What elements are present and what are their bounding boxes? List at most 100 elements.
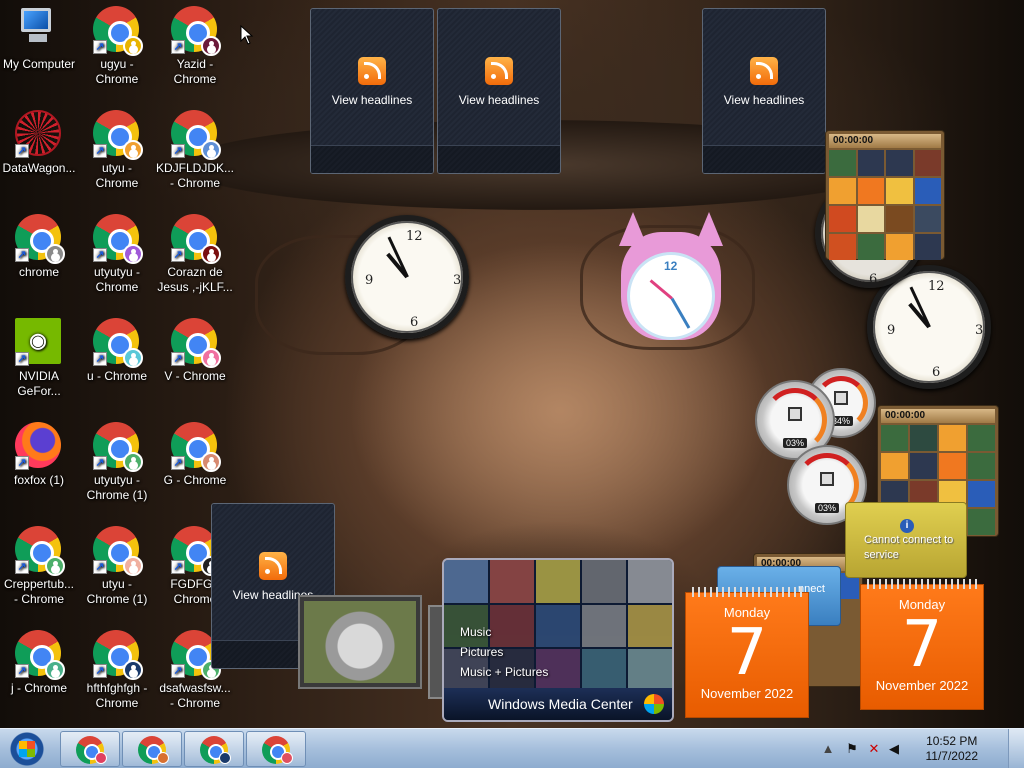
desktop-icon-label: hfthfghfgh - Chrome xyxy=(86,681,148,710)
chrome-icon: ↗ xyxy=(93,318,143,368)
desktop-icon-label: KDJFLDJDK... - Chrome xyxy=(156,161,235,190)
chrome-icon: ↗ xyxy=(93,110,143,160)
desktop-icon-label: Yazid - Chrome xyxy=(173,57,217,86)
calendar-gadget[interactable]: Monday 7 November 2022 xyxy=(685,587,809,718)
cat-clock-face: 12 xyxy=(627,252,715,340)
desktop-icon-label: G - Chrome xyxy=(163,473,227,487)
action-center-icon[interactable]: ⚑ xyxy=(844,741,860,757)
chrome-icon: ↗ xyxy=(93,630,143,680)
desktop-icon-label: DataWagon... xyxy=(2,161,76,175)
datawagon-icon: ↗ xyxy=(15,110,63,158)
media-menu-pictures[interactable]: Pictures xyxy=(460,642,548,662)
show-desktop-button[interactable] xyxy=(1008,729,1024,768)
taskbar-chrome-button[interactable] xyxy=(60,731,120,767)
desktop-icon-label: utyutyu - Chrome (1) xyxy=(86,473,148,502)
desktop-icon[interactable]: ↗ G - Chrome xyxy=(156,416,234,488)
desktop-icon-label: Corazn de Jesus ,-jKLF... xyxy=(157,265,233,294)
desktop-icon-label: V - Chrome xyxy=(164,369,226,383)
system-clock[interactable]: 10:52 PM 11/7/2022 xyxy=(926,734,979,764)
desktop-icon[interactable]: ↗ utyutyu - Chrome xyxy=(78,208,156,295)
desktop-icon[interactable]: ↗ u - Chrome xyxy=(78,312,156,384)
taskbar-chrome-button[interactable] xyxy=(246,731,306,767)
media-menu-music-pictures[interactable]: Music + Pictures xyxy=(460,662,548,682)
desktop-icon[interactable]: ◉ ↗ NVIDIA GeFor... xyxy=(0,312,78,399)
rss-icon xyxy=(485,57,513,85)
puzzle-timer: 00:00:00 xyxy=(881,409,995,423)
view-headlines-link[interactable]: View headlines xyxy=(438,93,560,107)
desktop-icon-label: utyutyu - Chrome xyxy=(93,265,141,294)
desktop-icon[interactable]: ↗ foxfox (1) xyxy=(0,416,78,488)
desktop-icon[interactable]: ↗ V - Chrome xyxy=(156,312,234,384)
chrome-icon: ↗ xyxy=(15,630,65,680)
calendar-date: 7 xyxy=(726,616,768,690)
media-center-title[interactable]: Windows Media Center xyxy=(444,688,672,720)
rss-icon xyxy=(750,57,778,85)
computer-icon xyxy=(15,6,63,54)
desktop-icon-label: u - Chrome xyxy=(86,369,148,383)
desktop-icon[interactable]: My Computer xyxy=(0,0,78,72)
chrome-icon: ↗ xyxy=(15,526,65,576)
view-headlines-link[interactable]: View headlines xyxy=(311,93,433,107)
minute-hand xyxy=(670,297,691,329)
clock-date: 11/7/2022 xyxy=(925,749,979,763)
weather-error: Cannot connect to service xyxy=(864,534,954,561)
chrome-icon: ↗ xyxy=(93,422,143,472)
chrome-icon: ↗ xyxy=(93,214,143,264)
cat-clock-gadget[interactable]: 12 xyxy=(613,212,729,342)
koala-photo xyxy=(304,601,416,683)
desktop-icon[interactable]: ↗ Creppertub... - Chrome xyxy=(0,520,78,607)
calendar-gadget[interactable]: Monday 7 November 2022 xyxy=(860,579,984,710)
desktop-icon[interactable]: ↗ chrome xyxy=(0,208,78,280)
network-icon[interactable]: ✕ xyxy=(866,741,882,757)
weather-gadget[interactable]: i Cannot connect to service xyxy=(845,502,967,578)
desktop-icon[interactable]: ↗ utyu - Chrome (1) xyxy=(78,520,156,607)
chrome-icon: ↗ xyxy=(171,422,221,472)
desktop-icon-label: NVIDIA GeFor... xyxy=(17,369,61,398)
calendar-date: 7 xyxy=(901,608,943,682)
media-menu-music[interactable]: Music xyxy=(460,622,548,642)
view-headlines-link[interactable]: View headlines xyxy=(703,93,825,107)
rss-icon xyxy=(358,57,386,85)
desktop-icon[interactable]: ↗ Corazn de Jesus ,-jKLF... xyxy=(156,208,234,295)
taskbar-chrome-button[interactable] xyxy=(184,731,244,767)
media-center-gadget[interactable]: Music Pictures Music + Pictures Windows … xyxy=(442,558,674,722)
desktop-icon[interactable]: ↗ utyu - Chrome xyxy=(78,104,156,191)
desktop: My Computer ↗ ugyu - Chrome ↗ Yazid - Chrome… xyxy=(0,0,1024,728)
taskbar: ▲ ⚑ ✕ ◀ 10:52 PM 11/7/2022 xyxy=(0,728,1024,768)
profile-badge xyxy=(281,752,293,764)
taskbar-chrome-button[interactable] xyxy=(122,731,182,767)
start-button[interactable] xyxy=(2,730,52,768)
tray-expand-icon[interactable]: ▲ xyxy=(820,741,836,757)
desktop-icon[interactable]: ↗ utyutyu - Chrome (1) xyxy=(78,416,156,503)
desktop-icon[interactable]: ↗ ugyu - Chrome xyxy=(78,0,156,87)
firefox-icon: ↗ xyxy=(15,422,63,470)
system-tray: ▲ ⚑ ✕ ◀ 10:52 PM 11/7/2022 xyxy=(822,729,984,768)
chrome-icon: ↗ xyxy=(171,318,221,368)
desktop-icon-label: ugyu - Chrome xyxy=(95,57,139,86)
hour-hand xyxy=(649,279,673,300)
windows-orb-icon xyxy=(644,694,664,714)
desktop-icon[interactable]: ↗ Yazid - Chrome xyxy=(156,0,234,87)
feed-gadget[interactable]: View headlines xyxy=(437,8,561,174)
picture-puzzle-gadget[interactable]: 00:00:00 xyxy=(825,130,945,260)
chrome-icon: ↗ xyxy=(93,6,143,56)
chrome-icon: ↗ xyxy=(93,526,143,576)
nvidia-icon: ◉ ↗ xyxy=(15,318,63,366)
chrome-icon: ↗ xyxy=(171,110,221,160)
slideshow-gadget[interactable] xyxy=(298,595,422,689)
feed-gadget[interactable]: View headlines xyxy=(702,8,826,174)
desktop-icon-label: utyu - Chrome (1) xyxy=(86,577,148,606)
desktop-icon-label: foxfox (1) xyxy=(13,473,64,487)
rss-icon xyxy=(259,552,287,580)
desktop-icon[interactable]: ↗ hfthfghfgh - Chrome xyxy=(78,624,156,711)
feed-gadget[interactable]: View headlines xyxy=(310,8,434,174)
clock-gadget[interactable]: 12 3 69 xyxy=(345,215,469,339)
chrome-icon: ↗ xyxy=(171,6,221,56)
puzzle-timer: 00:00:00 xyxy=(829,134,941,148)
volume-icon[interactable]: ◀ xyxy=(886,741,902,757)
desktop-icon[interactable]: ↗ j - Chrome xyxy=(0,624,78,696)
desktop-icon[interactable]: ↗ DataWagon... xyxy=(0,104,78,176)
desktop-icon[interactable]: ↗ KDJFLDJDK... - Chrome xyxy=(156,104,234,191)
desktop-icon-label: dsafwasfsw... - Chrome xyxy=(159,681,231,710)
profile-badge xyxy=(95,752,107,764)
